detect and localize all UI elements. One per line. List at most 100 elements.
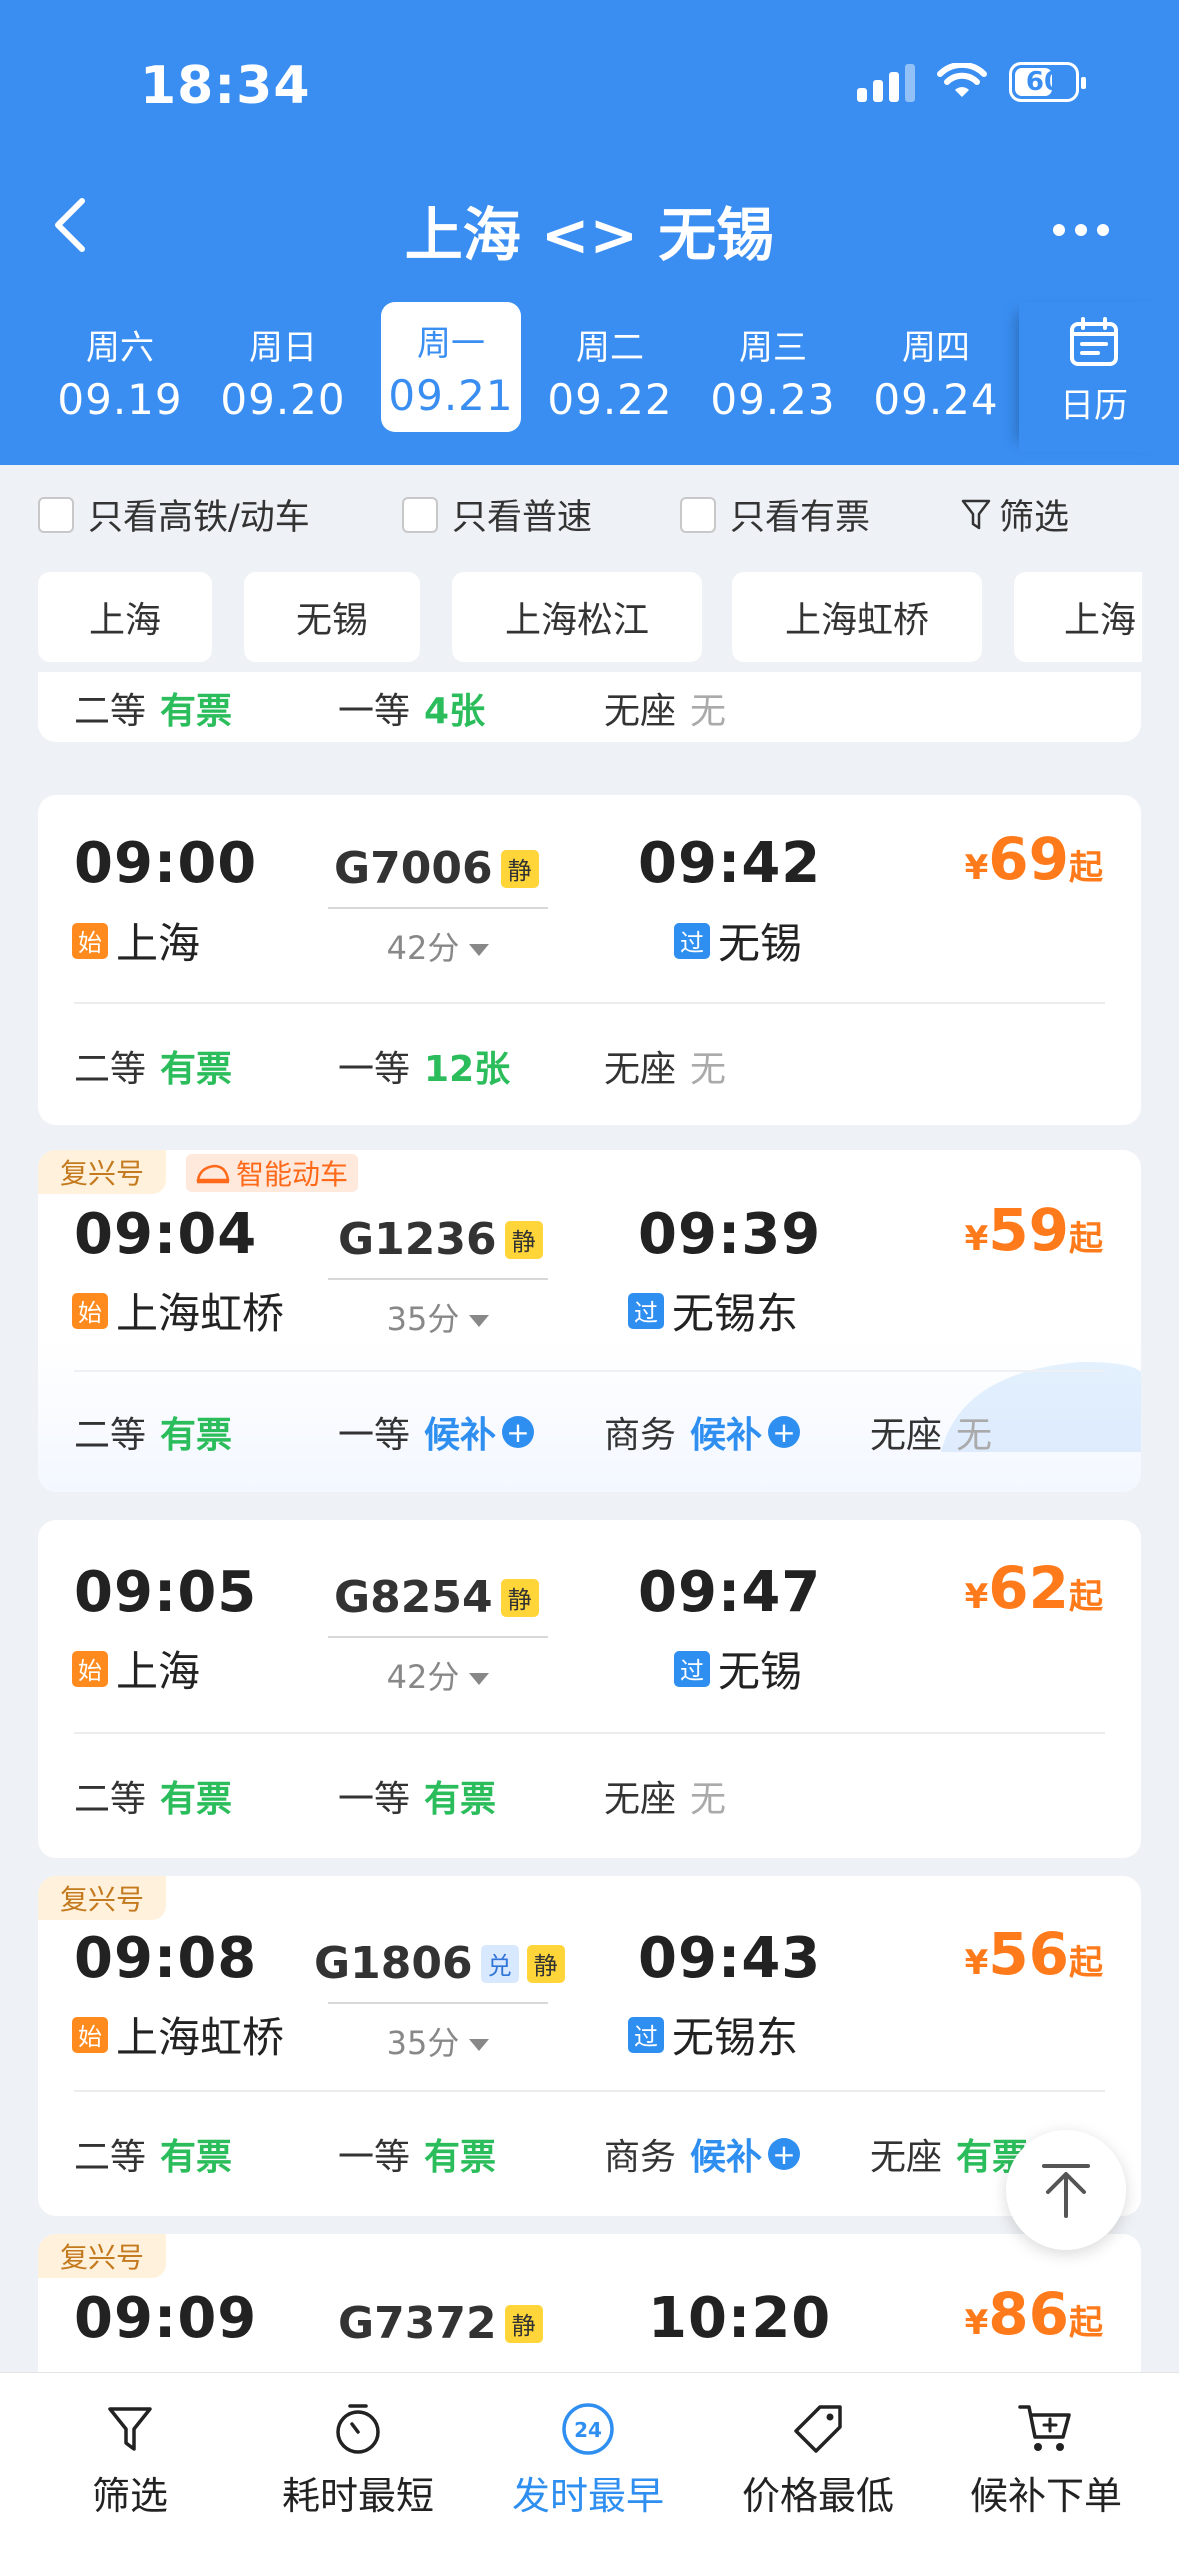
date-strip: 周六 09.19 周日 09.20 周一 09.21 周二 09.22 周三 0…	[0, 300, 1179, 440]
duration-line	[328, 2002, 548, 2004]
date-tab[interactable]: 周三 09.23	[703, 300, 843, 435]
filter-youpiao-checkbox[interactable]: 只看有票	[680, 489, 870, 540]
station-chip[interactable]: 上海	[38, 572, 212, 662]
train-icon	[196, 1164, 230, 1184]
signal-icon	[857, 62, 915, 102]
duration-toggle[interactable]: 42分	[328, 923, 548, 969]
funnel-icon	[961, 499, 991, 529]
station-name: 无锡	[718, 1647, 803, 1696]
duration-line	[328, 1636, 548, 1638]
currency: ¥	[964, 1943, 989, 1983]
station-chip[interactable]: 上海	[1014, 572, 1142, 662]
dot-icon	[1053, 224, 1065, 236]
train-code: G7006	[334, 843, 493, 894]
train-card[interactable]: 09:05 G8254 静 09:47 ¥ 62 起 始 上海 42分 过 无锡…	[38, 1520, 1141, 1858]
date-tab[interactable]: 周六 09.19	[50, 300, 190, 435]
seat-status: 无	[690, 1049, 727, 1090]
plus-icon: +	[768, 1416, 801, 1449]
price-value: 59	[988, 1196, 1069, 1264]
seat-class: 商务	[604, 1415, 677, 1456]
duration-value: 35分	[386, 2024, 460, 2062]
exchange-badge: 兑	[480, 1944, 519, 1983]
duration-toggle[interactable]: 35分	[328, 1294, 548, 1340]
train-card[interactable]: 复兴号 09:09 G7372 静 10:20 ¥ 86 起	[38, 2234, 1141, 2372]
departure-time: 09:00	[74, 831, 258, 896]
calendar-button[interactable]: 日历	[1019, 302, 1169, 452]
top-header: 18:34 60 上海 <> 无锡 周六 09.19 周日 09.20 周一 0…	[0, 0, 1179, 465]
tab-cheapest[interactable]: 价格最低	[718, 2399, 918, 2520]
divider	[74, 1002, 1105, 1004]
train-list[interactable]: 二等 有票 一等 4张 无座 无 09:00 G7006 静 09:42 ¥ 6…	[0, 672, 1179, 2372]
fuxing-badge: 复兴号	[38, 1150, 167, 1194]
tab-label: 价格最低	[741, 2474, 894, 2518]
date-tab-active[interactable]: 周一 09.21	[381, 302, 521, 432]
tab-shortest[interactable]: 耗时最短	[258, 2399, 458, 2520]
date-value: 09.24	[873, 375, 999, 424]
date-value: 09.22	[547, 375, 673, 424]
train-number: G8254 静	[334, 1572, 539, 1623]
filter-pusu-checkbox[interactable]: 只看普速	[402, 489, 592, 540]
station-name: 上海	[116, 919, 201, 968]
duration-toggle[interactable]: 35分	[328, 2018, 548, 2064]
date-tab[interactable]: 周日 09.20	[213, 300, 353, 435]
seat-status: 无	[690, 691, 727, 732]
date-weekday: 周三	[739, 328, 807, 368]
seat-status: 有票	[160, 1415, 233, 1456]
date-value: 09.19	[57, 375, 183, 424]
pass-tag: 过	[628, 1292, 664, 1329]
divider	[74, 1370, 1105, 1372]
seat-class: 无座	[604, 1049, 677, 1090]
date-tab[interactable]: 周二 09.22	[540, 300, 680, 435]
departure-time: 09:08	[74, 1926, 258, 1991]
page-title[interactable]: 上海 <> 无锡	[0, 188, 1179, 272]
station-chip[interactable]: 无锡	[244, 572, 420, 662]
price-value: 69	[988, 825, 1069, 893]
filter-button[interactable]: 筛选	[961, 489, 1069, 540]
seat-second: 二等 有票	[74, 2128, 232, 2180]
more-button[interactable]	[1053, 200, 1109, 260]
seat-noseat: 无座 无	[604, 1040, 726, 1092]
seat-second: 二等 有票	[74, 1406, 232, 1458]
seat-first[interactable]: 一等 候补 +	[338, 1406, 535, 1458]
station-chip[interactable]: 上海虹桥	[732, 572, 982, 662]
seat-business[interactable]: 商务 候补 +	[604, 1406, 801, 1458]
tab-waitlist[interactable]: 候补下单	[946, 2399, 1146, 2520]
tab-earliest[interactable]: 24 发时最早	[488, 2399, 688, 2520]
station-name: 无锡东	[672, 1289, 799, 1338]
filter-gaotie-checkbox[interactable]: 只看高铁/动车	[38, 489, 310, 540]
seat-business[interactable]: 商务 候补 +	[604, 2128, 801, 2180]
date-tab[interactable]: 周四 09.24	[866, 300, 1006, 435]
price-tag-icon	[794, 2405, 842, 2453]
caret-down-icon	[469, 1315, 490, 1327]
train-card[interactable]: 复兴号 09:08 G1806 兑 静 09:43 ¥ 56 起 始 上海虹桥 …	[38, 1876, 1141, 2216]
checkbox-icon	[402, 496, 438, 533]
duration-line	[328, 1278, 548, 1280]
origin-tag: 始	[72, 2016, 108, 2053]
seat-status: 4张	[424, 691, 486, 732]
seat-class: 无座	[870, 1415, 943, 1456]
price-suffix: 起	[1069, 2303, 1103, 2343]
seat-class: 二等	[74, 1779, 147, 1820]
wifi-icon	[937, 63, 987, 97]
filter-row: 只看高铁/动车 只看普速 只看有票 筛选	[0, 465, 1179, 555]
quiet-badge: 静	[504, 1220, 543, 1259]
seat-status: 有票	[160, 2137, 233, 2178]
bottom-tab-bar: 筛选 耗时最短 24 发时最早 价格最低 候补下单	[0, 2372, 1179, 2557]
currency: ¥	[964, 1219, 989, 1259]
train-number: G1236 静	[338, 1214, 543, 1265]
train-card[interactable]: 09:00 G7006 静 09:42 ¥ 69 起 始 上海 42分 过 无锡…	[38, 795, 1141, 1125]
tab-filter[interactable]: 筛选	[30, 2399, 230, 2520]
plus-icon: +	[502, 1416, 535, 1449]
train-code: G1236	[338, 1214, 497, 1265]
duration-toggle[interactable]: 42分	[328, 1652, 548, 1698]
dot-icon	[1097, 224, 1109, 236]
arrival-station: 过 无锡	[674, 1638, 802, 1699]
seat-status: 有票	[160, 691, 233, 732]
train-card[interactable]: 复兴号 智能动车 09:04 G1236 静 09:39 ¥ 59 起 始 上海…	[38, 1150, 1141, 1492]
train-card[interactable]: 二等 有票 一等 4张 无座 无	[38, 672, 1141, 742]
price: ¥ 86 起	[965, 2280, 1103, 2348]
scroll-top-button[interactable]	[1006, 2130, 1126, 2250]
station-chip[interactable]: 上海松江	[452, 572, 702, 662]
seat-class: 一等	[338, 1415, 411, 1456]
arrival-station: 过 无锡	[674, 910, 802, 971]
